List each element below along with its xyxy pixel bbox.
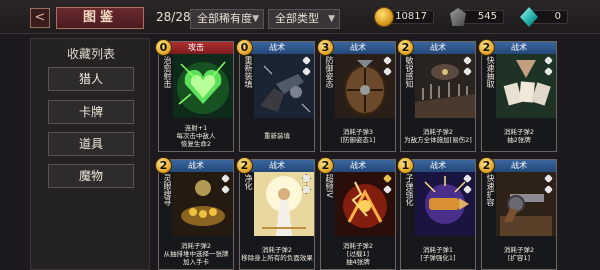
- type-filter-value: 全部类型: [275, 12, 319, 25]
- collection-count: 28/28: [156, 10, 191, 24]
- sidebar-title: 收藏列表: [66, 47, 115, 61]
- card-cost: 0: [155, 39, 172, 56]
- card-name: 快速扩容: [486, 174, 495, 206]
- card-name: 防御姿态: [325, 56, 334, 88]
- diamond-badge-icon: [383, 67, 392, 76]
- sidebar-item-hunter[interactable]: 猎人: [48, 67, 134, 91]
- chevron-down-icon: ▼: [252, 14, 259, 24]
- card-badges: [302, 56, 312, 78]
- diamond-badge-icon: [544, 56, 553, 65]
- card-description: 消耗子弹2 从抽排堆中选择一张牌 加入手卡: [163, 241, 229, 266]
- back-button[interactable]: <: [30, 8, 50, 28]
- diamond-badge-icon: [221, 174, 230, 183]
- top-bar: < 图鉴 28/28 全部稀有度 ▼ 全部类型 ▼ 10817 545 0: [0, 0, 600, 34]
- page-title: 图鉴: [56, 7, 144, 29]
- card-name: 超频IV: [325, 174, 334, 198]
- card-item[interactable]: 3 战术 防御姿态 消耗子弹3 [防御姿态1]: [317, 39, 396, 152]
- card-badges: [544, 174, 554, 196]
- card-description: 消耗子弹2 为敌方全体施加[易伤2]: [404, 127, 472, 144]
- card-name: 治愈射击: [163, 56, 172, 88]
- card-badges: [544, 56, 554, 78]
- diamond-badge-icon: [463, 56, 472, 65]
- card-description: 消耗子弹2 移除身上所有的负面效果: [241, 245, 313, 262]
- card-badges: [383, 174, 393, 196]
- diamond-badge-icon: [383, 174, 392, 183]
- card-cost: 1: [397, 157, 414, 174]
- diamond-badge-icon: [544, 174, 553, 183]
- card-badges: [463, 56, 473, 78]
- diamond-badge-icon: [302, 67, 311, 76]
- card-description: 消耗子弹1 [子弹强化1]: [420, 245, 456, 262]
- gem-currency: 0: [518, 7, 568, 27]
- rarity-filter-value: 全部稀有度: [197, 12, 252, 25]
- card-item[interactable]: 2 战术 灵眼搜寻 消耗子弹2 从抽排堆中选择一张牌 加入手卡: [155, 157, 234, 270]
- card-name: 敏锐感知: [405, 56, 414, 88]
- card-badges: [383, 56, 393, 78]
- back-arrow-icon: <: [34, 10, 46, 25]
- sidebar-item-cards[interactable]: 卡牌: [48, 100, 134, 124]
- card-item[interactable]: 2 战术 快速抽取 消耗子弹2 抽2张牌: [478, 39, 557, 152]
- ore-currency: 545: [448, 7, 504, 27]
- card-art: [173, 54, 233, 118]
- card-cost: 2: [317, 157, 334, 174]
- card-cost: 2: [478, 157, 495, 174]
- card-item[interactable]: 1 战术 子弹强化 消耗子弹1 [子弹强化1]: [397, 157, 476, 270]
- diamond-badge-icon: [463, 185, 472, 194]
- card-name: 灵眼搜寻: [163, 174, 172, 206]
- diamond-badge-icon: [383, 56, 392, 65]
- sidebar-item-items[interactable]: 道具: [48, 132, 134, 156]
- card-cost: 3: [317, 39, 334, 56]
- card-item[interactable]: 0 攻击 治愈射击 连射+1 每次击中敌人 恢复生命2: [155, 39, 234, 152]
- card-description: 重新装填: [264, 131, 290, 140]
- sidebar-item-monsters[interactable]: 魔物: [48, 164, 134, 188]
- chevron-down-icon: ▼: [328, 14, 335, 24]
- diamond-badge-icon: [463, 174, 472, 183]
- gold-coin-icon: [374, 7, 394, 27]
- card-item[interactable]: 2 战术 超频IV 消耗子弹2 [过载1] 抽4张牌: [317, 157, 396, 270]
- diamond-badge-icon: [544, 185, 553, 194]
- gold-currency: 10817: [374, 7, 434, 27]
- diamond-badge-icon: [383, 185, 392, 194]
- type-filter-dropdown[interactable]: 全部类型 ▼: [268, 9, 340, 29]
- diamond-badge-icon: [302, 56, 311, 65]
- card-cost: 2: [397, 39, 414, 56]
- diamond-badge-icon: [544, 67, 553, 76]
- diamond-badge-icon: [302, 174, 311, 183]
- rarity-filter-dropdown[interactable]: 全部稀有度 ▼: [190, 9, 264, 29]
- card-cost: 2: [155, 157, 172, 174]
- card-badges: [302, 174, 312, 196]
- card-grid: 0 攻击 治愈射击 连射+1 每次击中敌人 恢复生命2 0 战术 重新装填 重新…: [154, 38, 600, 270]
- card-item[interactable]: 2 战术 快速扩容 消耗子弹2 [扩容1]: [478, 157, 557, 270]
- card-description: 消耗子弹3 [防御姿态1]: [340, 127, 376, 144]
- card-cost: 2: [236, 157, 253, 174]
- card-item[interactable]: 2 战术 敏锐感知 消耗子弹2 为敌方全体施加[易伤2]: [397, 39, 476, 152]
- card-item[interactable]: 0 战术 重新装填 重新装填: [236, 39, 315, 152]
- card-name: 净化: [244, 174, 253, 190]
- card-badges: [463, 174, 473, 196]
- card-cost: 0: [236, 39, 253, 56]
- card-item[interactable]: 2 战术 净化 消耗子弹2 移除身上所有的负面效果: [236, 157, 315, 270]
- collection-sidebar: 收藏列表 猎人 卡牌 道具 魔物: [30, 38, 150, 270]
- card-cost: 2: [478, 39, 495, 56]
- card-name: 重新装填: [244, 56, 253, 88]
- card-description: 消耗子弹2 [扩容1]: [503, 245, 535, 262]
- card-name: 子弹强化: [405, 174, 414, 206]
- card-description: 消耗子弹2 [过载1] 抽4张牌: [342, 241, 374, 266]
- card-description: 消耗子弹2 抽2张牌: [503, 127, 535, 144]
- diamond-badge-icon: [221, 185, 230, 194]
- card-name: 快速抽取: [486, 56, 495, 88]
- diamond-badge-icon: [302, 185, 311, 194]
- card-badges: [221, 174, 231, 196]
- card-description: 连射+1 每次击中敌人 恢复生命2: [176, 123, 216, 148]
- diamond-badge-icon: [463, 67, 472, 76]
